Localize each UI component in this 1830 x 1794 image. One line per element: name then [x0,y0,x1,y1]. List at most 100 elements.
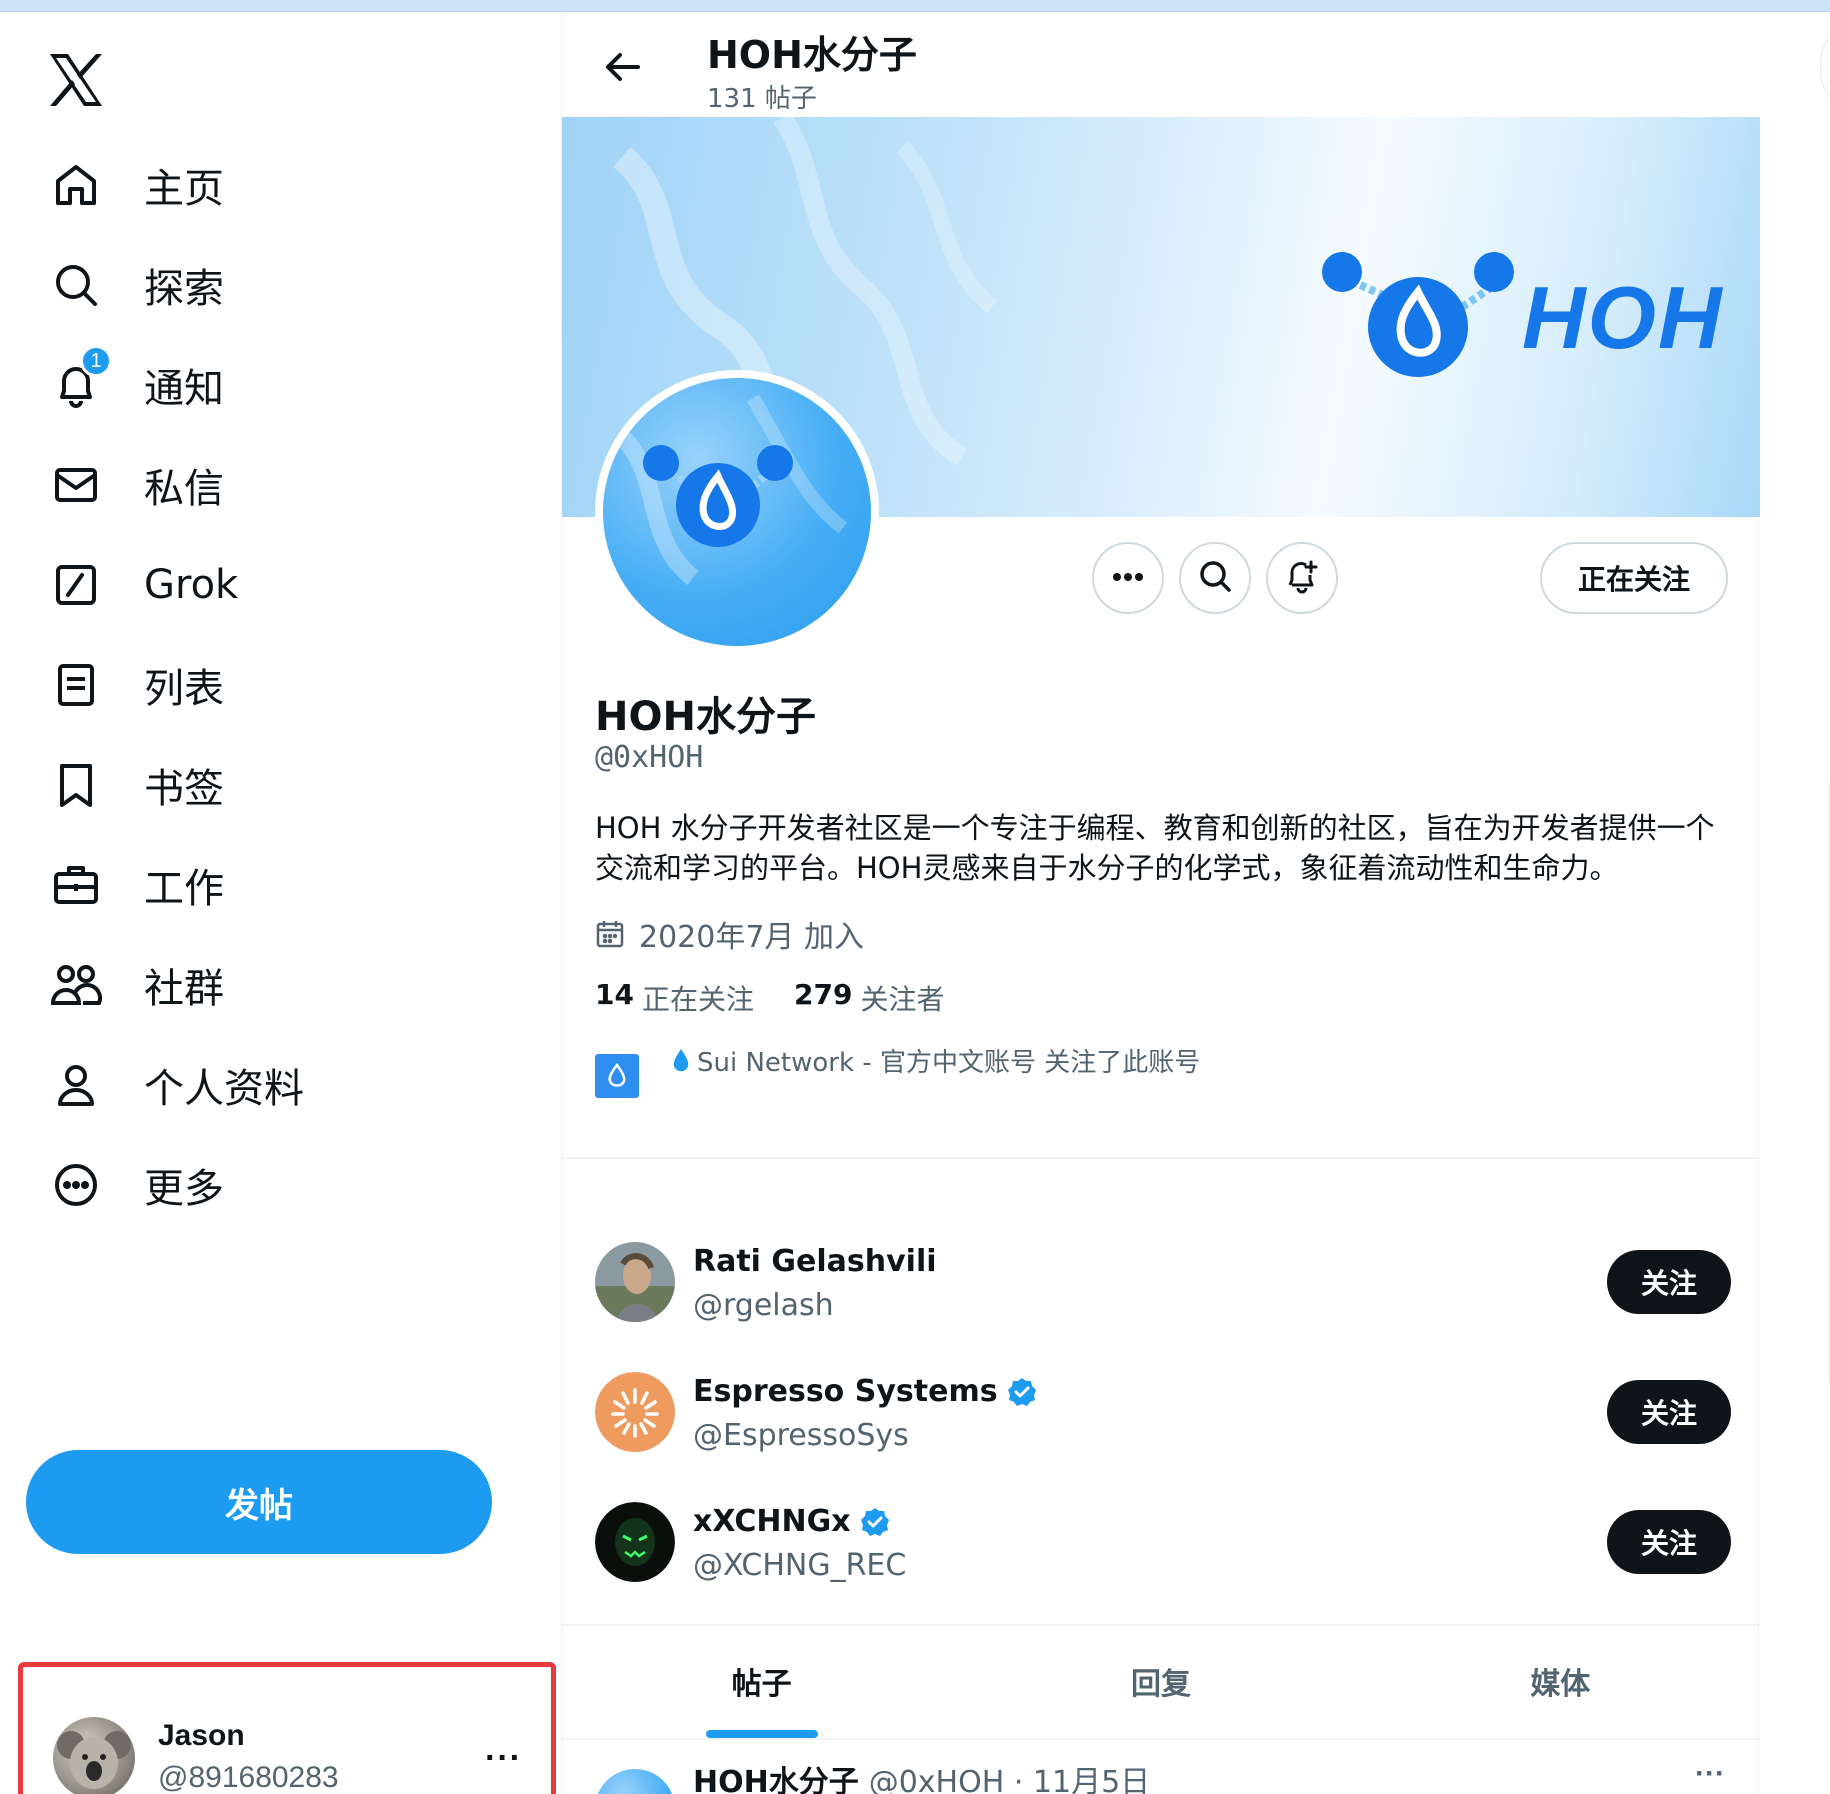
sidebar-item-home[interactable]: 主页 [48,150,224,220]
list-icon [48,657,104,713]
followers-count: 279 [793,978,853,1011]
profile-header: HOH水分子 131 帖子 [562,12,1760,116]
right-column-edge [1760,12,1830,1794]
communities-icon [48,957,104,1013]
sidebar-item-grok[interactable]: Grok [48,550,238,620]
more-options-button[interactable] [1092,542,1164,614]
followed-by-text: Sui Network - 官方中文账号 关注了此账号 [697,1048,1201,1078]
post-item[interactable]: HOH水分子 @0xHOH · 11月5日 ··· [595,1757,1731,1794]
sidebar-item-profile[interactable]: 个人资料 [48,1050,304,1120]
bell-plus-icon [1284,558,1320,599]
follow-button[interactable]: 关注 [1607,1380,1731,1444]
join-date-text: 2020年7月 加入 [639,920,864,955]
sidebar-item-label: 主页 [144,166,224,212]
suggestion-name-text: Espresso Systems [693,1374,998,1409]
suggestion-row[interactable]: Rati Gelashvili @rgelash 关注 [595,1242,1731,1332]
sidebar-item-more[interactable]: 更多 [48,1150,224,1220]
sidebar-item-jobs[interactable]: 工作 [48,850,224,920]
bookmark-icon [48,757,104,813]
follow-button[interactable]: 关注 [1607,1250,1731,1314]
more-icon[interactable]: ··· [485,1739,522,1778]
verified-badge-icon [1006,1376,1038,1408]
sui-network-avatar [595,1054,639,1098]
more-icon [1112,569,1144,587]
suggestion-handle: @EspressoSys [693,1418,909,1453]
x-logo-icon[interactable] [46,52,110,112]
divider [562,1157,1760,1159]
followers-label: 关注者 [860,983,945,1016]
suggestion-row[interactable]: Espresso Systems @EspressoSys 关注 [595,1372,1731,1462]
sidebar-item-label: 社群 [144,966,224,1012]
account-name: Jason [158,1719,245,1752]
sidebar-item-label: 列表 [144,666,224,712]
follow-stats: 14 正在关注 279 关注者 [595,978,984,1018]
hoh-logo-icon [1322,252,1514,377]
followers-link[interactable]: 279 关注者 [794,978,944,1018]
post-count: 131 帖子 [707,84,817,114]
notify-button[interactable] [1266,542,1338,614]
profile-column: HOH水分子 131 帖子 HOH 正在关注 HOH水分子 @0xHOH HOH… [561,12,1760,1794]
browser-top-strip [0,0,1830,12]
following-link[interactable]: 14 正在关注 [595,978,754,1018]
person-icon [48,1057,104,1113]
briefcase-icon [48,857,104,913]
sidebar-item-label: 书签 [144,766,224,812]
profile-bio: HOH 水分子开发者社区是一个专注于编程、教育和创新的社区，旨在为开发者提供一个… [595,811,1715,885]
verified-badge-icon [859,1506,891,1538]
following-label: 正在关注 [641,983,754,1016]
avatar [595,1502,675,1582]
followed-by[interactable]: Sui Network - 官方中文账号 关注了此账号 [595,1042,1200,1098]
sidebar-item-lists[interactable]: 列表 [48,650,224,720]
sidebar: 主页 探索 1 通知 私信 Grok 列表 书签 工作 社群 个人资料 更多 发… [0,12,560,1794]
notification-badge: 1 [80,345,112,377]
suggestion-name: Rati Gelashvili [693,1244,937,1279]
tab-media[interactable]: 媒体 [1361,1624,1760,1738]
sidebar-item-label: 通知 [144,366,224,412]
suggestion-row[interactable]: xXCHNGx @XCHNG_REC 关注 [595,1502,1731,1592]
post-button[interactable]: 发帖 [26,1450,492,1554]
post-meta: HOH水分子 @0xHOH · 11月5日 [693,1757,1150,1794]
calendar-icon [595,919,625,949]
post-handle-date: @0xHOH · 11月5日 [868,1765,1151,1794]
more-icon[interactable]: ··· [1695,1757,1725,1791]
sidebar-item-bookmarks[interactable]: 书签 [48,750,224,820]
back-arrow-icon[interactable] [598,42,648,92]
sidebar-item-label: 更多 [144,1166,224,1212]
search-icon [1198,559,1232,598]
search-profile-button[interactable] [1179,542,1251,614]
profile-tabs: 帖子 回复 媒体 [562,1624,1760,1740]
follow-button[interactable]: 关注 [1607,1510,1731,1574]
sidebar-item-messages[interactable]: 私信 [48,450,224,520]
search-icon [48,257,104,313]
sidebar-item-notifications[interactable]: 1 通知 [48,345,224,420]
profile-name: HOH水分子 [595,694,816,740]
sidebar-item-label: Grok [144,562,239,608]
tab-replies[interactable]: 回复 [961,1624,1360,1738]
suggestion-handle: @rgelash [693,1288,834,1323]
profile-handle: @0xHOH [595,740,704,775]
more-circle-icon [48,1157,104,1213]
sidebar-item-explore[interactable]: 探索 [48,250,224,320]
search-box-edge[interactable] [1820,22,1830,112]
profile-avatar[interactable] [595,370,879,654]
suggestion-name: xXCHNGx [693,1504,891,1539]
post-author: HOH水分子 [693,1765,859,1794]
suggestion-name-text: Rati Gelashvili [693,1244,937,1279]
bell-icon: 1 [48,345,112,413]
sidebar-item-label: 私信 [144,466,224,512]
suggestion-handle: @XCHNG_REC [693,1548,907,1583]
home-icon [48,157,104,213]
sidebar-item-label: 探索 [144,266,224,312]
avatar [595,1769,675,1794]
page-title: HOH水分子 [707,33,917,77]
account-switcher[interactable]: Jason @891680283 ··· [18,1662,556,1794]
following-button[interactable]: 正在关注 [1540,542,1728,614]
avatar [53,1717,135,1794]
mail-icon [48,457,104,513]
sidebar-item-communities[interactable]: 社群 [48,950,224,1020]
tab-posts[interactable]: 帖子 [562,1624,961,1738]
suggestion-name: Espresso Systems [693,1374,1038,1409]
avatar [595,1372,675,1452]
account-handle: @891680283 [158,1761,339,1794]
sidebar-item-label: 个人资料 [144,1066,304,1112]
